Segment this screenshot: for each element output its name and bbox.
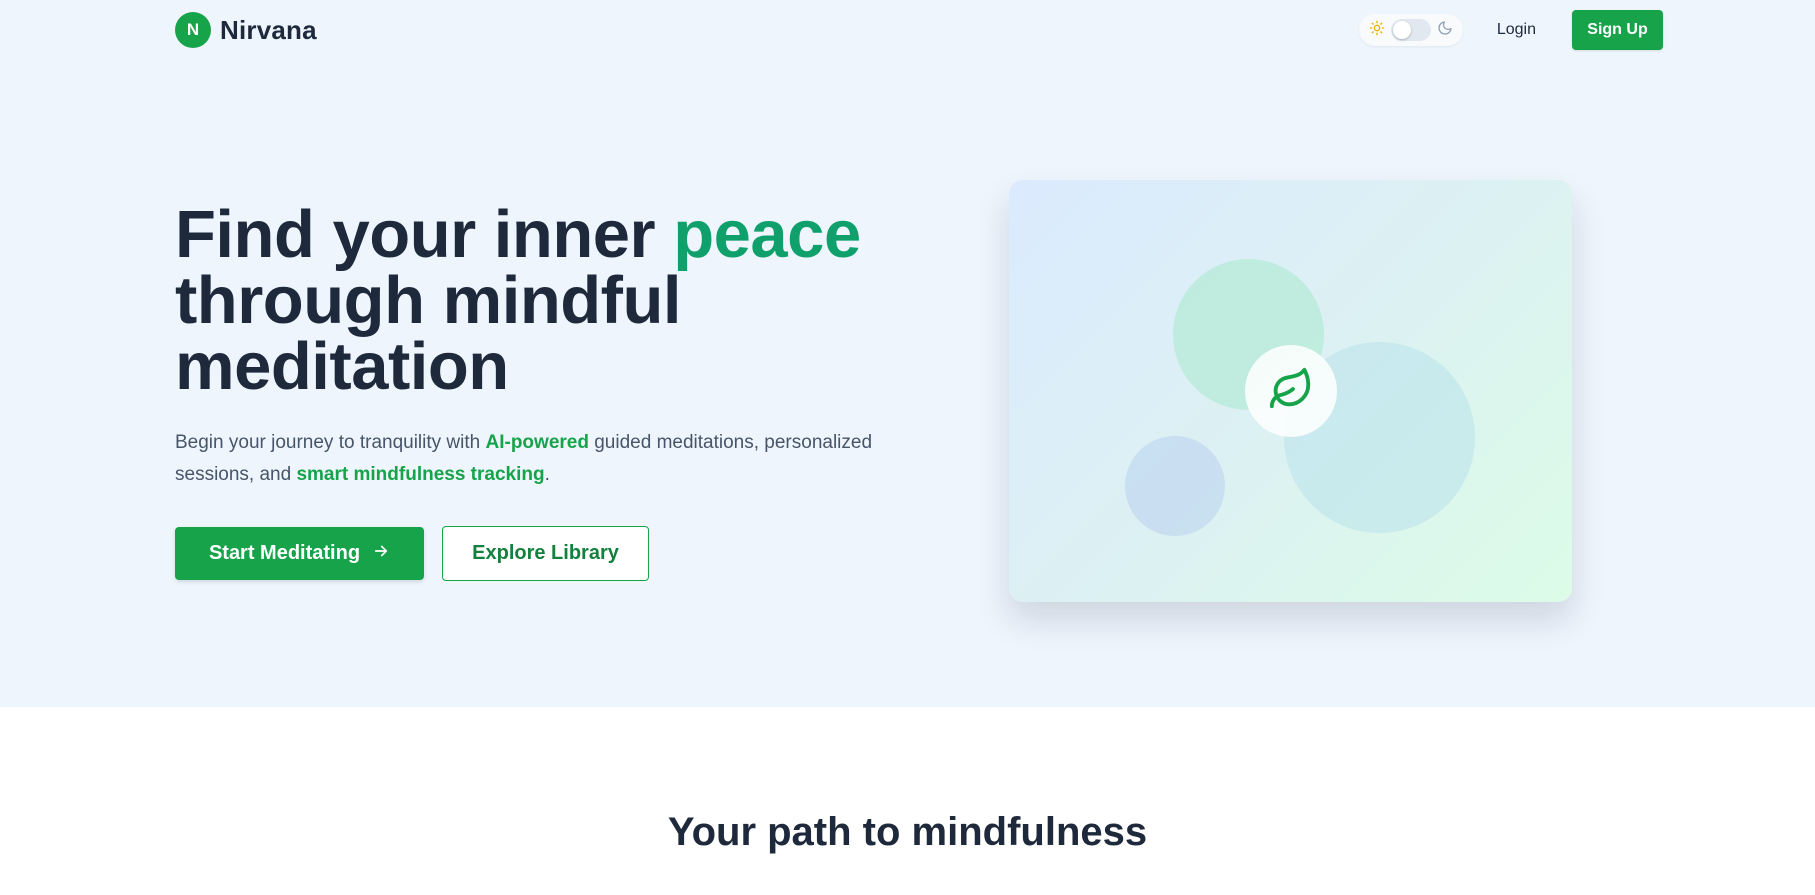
login-link[interactable]: Login [1497,21,1536,39]
hero-illustration [1009,180,1572,602]
start-meditating-button[interactable]: Start Meditating [175,527,424,580]
hero-title-part2: through mindful meditation [175,263,682,404]
hero-title-accent: peace [673,197,861,272]
hero-sub-part1: Begin your journey to tranquility with [175,432,486,453]
theme-switch-knob [1392,21,1411,39]
section-title: Your path to mindfulness [667,810,1148,854]
nav-actions: Login Sign Up [1358,10,1663,50]
hero-title: Find your inner peace through mindful med… [175,201,935,400]
brand-name: Nirvana [220,14,317,45]
sun-icon [1369,20,1385,41]
brand-badge: N [175,12,211,48]
start-meditating-label: Start Meditating [208,542,361,564]
theme-toggle[interactable] [1358,14,1463,46]
decor-circle-blue [1125,436,1225,536]
hero-sub-highlight-tracking: smart mindfulness tracking [296,464,545,485]
hero-title-part1: Find your inner [175,197,674,272]
hero-sub-highlight-ai: AI-powered [485,432,589,453]
arrow-right-icon [372,542,390,566]
top-navbar: N Nirvana Login Sign Up [175,10,1663,50]
hero-subtitle: Begin your journey to tranquility with A… [175,427,935,491]
theme-switch[interactable] [1390,19,1431,41]
hero-sub-part3: . [544,464,550,485]
hero-actions: Start Meditating Explore Library [175,526,649,581]
leaf-icon [1268,366,1314,417]
signup-button[interactable]: Sign Up [1572,10,1663,50]
leaf-badge [1245,345,1337,437]
explore-library-button[interactable]: Explore Library [442,526,649,581]
brand-logo[interactable]: N Nirvana [175,12,317,48]
moon-icon [1437,20,1453,41]
